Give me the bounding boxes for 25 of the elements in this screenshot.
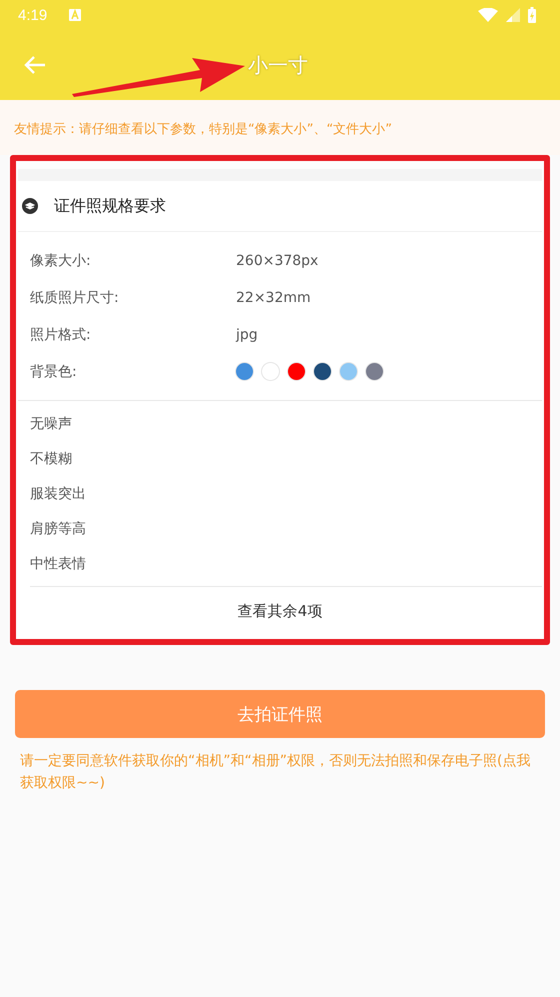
battery-icon [528, 7, 536, 23]
requirement-item: 中性表情 [30, 555, 87, 574]
card-title: 证件照规格要求 [54, 196, 166, 216]
permission-note[interactable]: 请一定要同意软件获取你的“相机”和“相册”权限，否则无法拍照和保存电子照(点我获取权限~~) [0, 738, 560, 794]
show-more-link[interactable]: 查看其余4项 [18, 587, 542, 635]
back-arrow-icon[interactable] [24, 55, 46, 75]
page-title: 小一寸 [248, 52, 308, 78]
requirement-item: 服装突出 [30, 485, 87, 504]
spec-label: 纸质照片尺寸: [30, 288, 120, 306]
take-photo-button[interactable]: 去拍证件照 [15, 690, 545, 738]
notification-icon [69, 9, 82, 21]
spec-value: 22×32mm [236, 290, 311, 306]
spec-value: jpg [236, 326, 258, 342]
requirement-item: 不模糊 [30, 450, 73, 469]
spec-label: 背景色: [30, 362, 78, 380]
spec-value: 260×378px [236, 252, 318, 268]
layers-icon [22, 198, 38, 214]
spec-label: 像素大小: [30, 252, 92, 270]
requirement-item: 肩膀等高 [30, 520, 87, 539]
status-time: 4:19 [18, 6, 48, 24]
wifi-icon [478, 8, 498, 22]
spec-label: 照片格式: [30, 326, 92, 344]
requirement-item: 无噪声 [30, 415, 73, 434]
signal-icon [506, 8, 520, 22]
tip-text: 友情提示：请仔细查看以下参数，特别是“像素大小”、“文件大小” [0, 100, 560, 155]
